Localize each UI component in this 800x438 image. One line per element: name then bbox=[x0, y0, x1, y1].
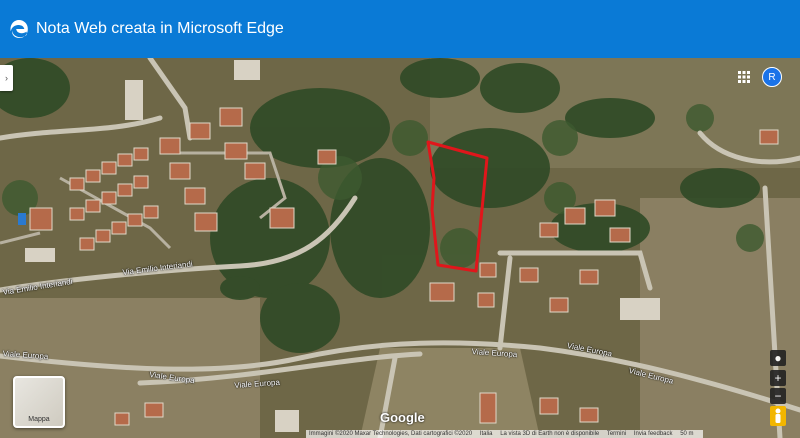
region-label: Italia bbox=[479, 431, 493, 437]
chevron-right-icon: › bbox=[5, 73, 8, 83]
satellite-map[interactable]: Via Emilio Interiandi Via Emilio Interia… bbox=[0, 58, 800, 438]
pegman-icon bbox=[775, 408, 781, 423]
compass-button[interactable]: ● bbox=[770, 350, 786, 366]
window-title: Nota Web creata in Microsoft Edge bbox=[36, 20, 284, 37]
map-layer-toggle-button[interactable]: Mappa bbox=[13, 376, 65, 428]
layer-toggle-label: Mappa bbox=[28, 416, 50, 423]
imagery-credit: Immagini ©2020 Maxar Technologies, Dati … bbox=[309, 431, 473, 437]
3d-unavailable-notice: La vista 3D di Earth non è disponibile bbox=[500, 431, 600, 437]
terms-link[interactable]: Termini bbox=[607, 431, 626, 437]
street-view-pegman-button[interactable] bbox=[770, 406, 786, 426]
google-logo: Google bbox=[380, 410, 425, 425]
plus-icon: + bbox=[774, 371, 782, 385]
expand-panel-button[interactable]: › bbox=[0, 65, 13, 91]
minus-icon: − bbox=[774, 389, 782, 403]
scale-label: 50 m bbox=[680, 431, 694, 437]
edge-title-bar: Nota Web creata in Microsoft Edge bbox=[0, 0, 800, 58]
feedback-link[interactable]: Invia feedback bbox=[634, 431, 673, 437]
apps-grid-icon[interactable] bbox=[736, 69, 752, 85]
user-avatar[interactable]: R bbox=[762, 67, 782, 87]
satellite-imagery bbox=[0, 58, 800, 438]
compass-icon: ● bbox=[774, 351, 782, 365]
zoom-in-button[interactable]: + bbox=[770, 370, 786, 386]
edge-logo-icon bbox=[10, 20, 28, 38]
zoom-out-button[interactable]: − bbox=[770, 388, 786, 404]
map-attribution-bar: Immagini ©2020 Maxar Technologies, Dati … bbox=[306, 430, 703, 438]
